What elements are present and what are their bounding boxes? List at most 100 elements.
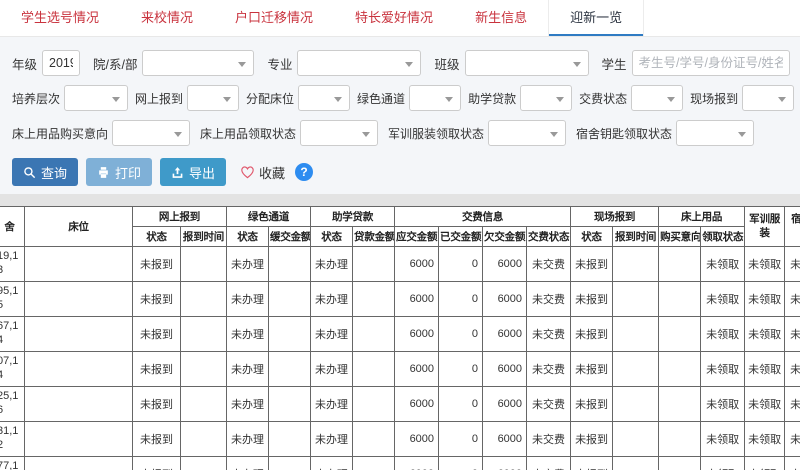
table-cell: [613, 387, 659, 422]
table-cell: [269, 247, 311, 282]
col-group-loan: 助学贷款: [311, 207, 395, 227]
table-cell: 6000: [395, 352, 439, 387]
major-select[interactable]: [297, 50, 421, 76]
table-cell: [613, 352, 659, 387]
table-cell: 未领取: [785, 282, 800, 317]
query-button[interactable]: 查询: [12, 158, 78, 186]
table-cell: 6000: [395, 282, 439, 317]
table-cell: [25, 352, 133, 387]
help-icon[interactable]: ?: [295, 163, 313, 181]
tab-new-student-info[interactable]: 新生信息: [454, 0, 548, 36]
chevron-down-icon: [112, 97, 120, 102]
table-cell: 未领取: [745, 247, 785, 282]
table-cell: 6000: [395, 387, 439, 422]
key-receive-select[interactable]: [676, 120, 754, 146]
table-cell: [353, 352, 395, 387]
bedding-receive-select[interactable]: [300, 120, 378, 146]
table-cell: 未报到: [133, 352, 181, 387]
bedding-intent-select[interactable]: [112, 120, 190, 146]
filter-class: 班级: [434, 50, 588, 76]
col-header-uniform: 军训服装: [745, 207, 785, 247]
table-cell: 0: [439, 247, 483, 282]
favorite-button[interactable]: 收藏: [240, 163, 285, 182]
table-cell: [181, 282, 227, 317]
export-label: 导出: [189, 163, 215, 182]
table-cell: 0: [439, 282, 483, 317]
pay-status-select[interactable]: [631, 85, 683, 111]
tab-household-migration[interactable]: 户口迁移情况: [214, 0, 334, 36]
table-cell: [613, 457, 659, 470]
table-cell: [25, 422, 133, 457]
table-cell: 未办理: [227, 422, 269, 457]
table-cell: 未报到: [133, 457, 181, 470]
green-channel-select[interactable]: [409, 85, 461, 111]
table-cell: 0: [439, 317, 483, 352]
student-input[interactable]: [632, 50, 790, 76]
level-select[interactable]: [64, 85, 128, 111]
filter-site-report: 现场报到: [690, 85, 794, 111]
filter-row-1: 年级 院/系/部 专业 班级 学生: [12, 50, 788, 76]
table-cell: 未领取: [701, 247, 745, 282]
table-row: 67,14未报到未办理未办理600006000未交费未报到未领取未领取未领取: [0, 317, 800, 352]
bed-assign-select[interactable]: [298, 85, 350, 111]
toolbar: 查询 打印 导出 收藏 ?: [12, 158, 788, 186]
table-cell: 未领取: [785, 387, 800, 422]
table-cell: 0: [439, 387, 483, 422]
loan-label: 助学贷款: [468, 90, 516, 107]
table-cell: 未领取: [745, 457, 785, 470]
uniform-receive-label: 军训服装领取状态: [388, 125, 484, 142]
col-header-dorm-key: 宿舍钥匙: [785, 207, 800, 247]
dept-select[interactable]: [142, 50, 254, 76]
heart-icon: [240, 165, 255, 179]
export-button[interactable]: 导出: [160, 158, 226, 186]
col-header-receive-status: 领取状态: [701, 227, 745, 247]
chevron-down-icon: [573, 62, 581, 67]
table-cell: [25, 387, 133, 422]
table-cell: [181, 247, 227, 282]
section-divider: [0, 194, 800, 206]
major-label: 专业: [267, 54, 292, 73]
table-cell: 未交费: [527, 282, 571, 317]
col-header-bed: 床位: [25, 207, 133, 247]
class-select[interactable]: [465, 50, 589, 76]
tab-welcome-overview[interactable]: 迎新一览: [548, 0, 644, 36]
col-group-online-report: 网上报到: [133, 207, 227, 227]
table-cell: [659, 282, 701, 317]
top-tab-bar: 学生选号情况 来校情况 户口迁移情况 特长爱好情况 新生信息 迎新一览: [0, 0, 800, 37]
tab-student-number-selection[interactable]: 学生选号情况: [0, 0, 120, 36]
col-header-pay-status: 交费状态: [527, 227, 571, 247]
bed-assign-label: 分配床位: [246, 90, 294, 107]
search-icon: [23, 166, 36, 179]
table-cell: 未领取: [745, 387, 785, 422]
table-cell: [269, 282, 311, 317]
online-report-select[interactable]: [187, 85, 239, 111]
table-cell: 未报到: [571, 422, 613, 457]
table-cell: 6000: [483, 282, 527, 317]
table-cell: [269, 317, 311, 352]
table-cell: 25,16: [0, 387, 25, 422]
uniform-receive-select[interactable]: [488, 120, 566, 146]
table-cell: 未报到: [571, 282, 613, 317]
table-cell: 6000: [483, 422, 527, 457]
site-report-select[interactable]: [742, 85, 794, 111]
grade-input[interactable]: [42, 50, 80, 76]
table-cell: [659, 352, 701, 387]
filter-uniform-receive: 军训服装领取状态: [388, 120, 566, 146]
table-cell: [353, 422, 395, 457]
filter-online-report: 网上报到: [135, 85, 239, 111]
print-button[interactable]: 打印: [86, 158, 152, 186]
table-cell: [659, 457, 701, 470]
table-cell: [25, 247, 133, 282]
tab-arrival-status[interactable]: 来校情况: [120, 0, 214, 36]
tab-hobbies[interactable]: 特长爱好情况: [334, 0, 454, 36]
table-cell: 未领取: [701, 282, 745, 317]
student-label: 学生: [602, 54, 627, 73]
chevron-down-icon: [405, 62, 413, 67]
table-cell: 未报到: [571, 457, 613, 470]
col-header-room: 舍: [0, 207, 25, 247]
table-cell: 31,12: [0, 422, 25, 457]
table-cell: 未报到: [571, 317, 613, 352]
table-cell: [659, 422, 701, 457]
table-cell: 未领取: [785, 247, 800, 282]
loan-select[interactable]: [520, 85, 572, 111]
